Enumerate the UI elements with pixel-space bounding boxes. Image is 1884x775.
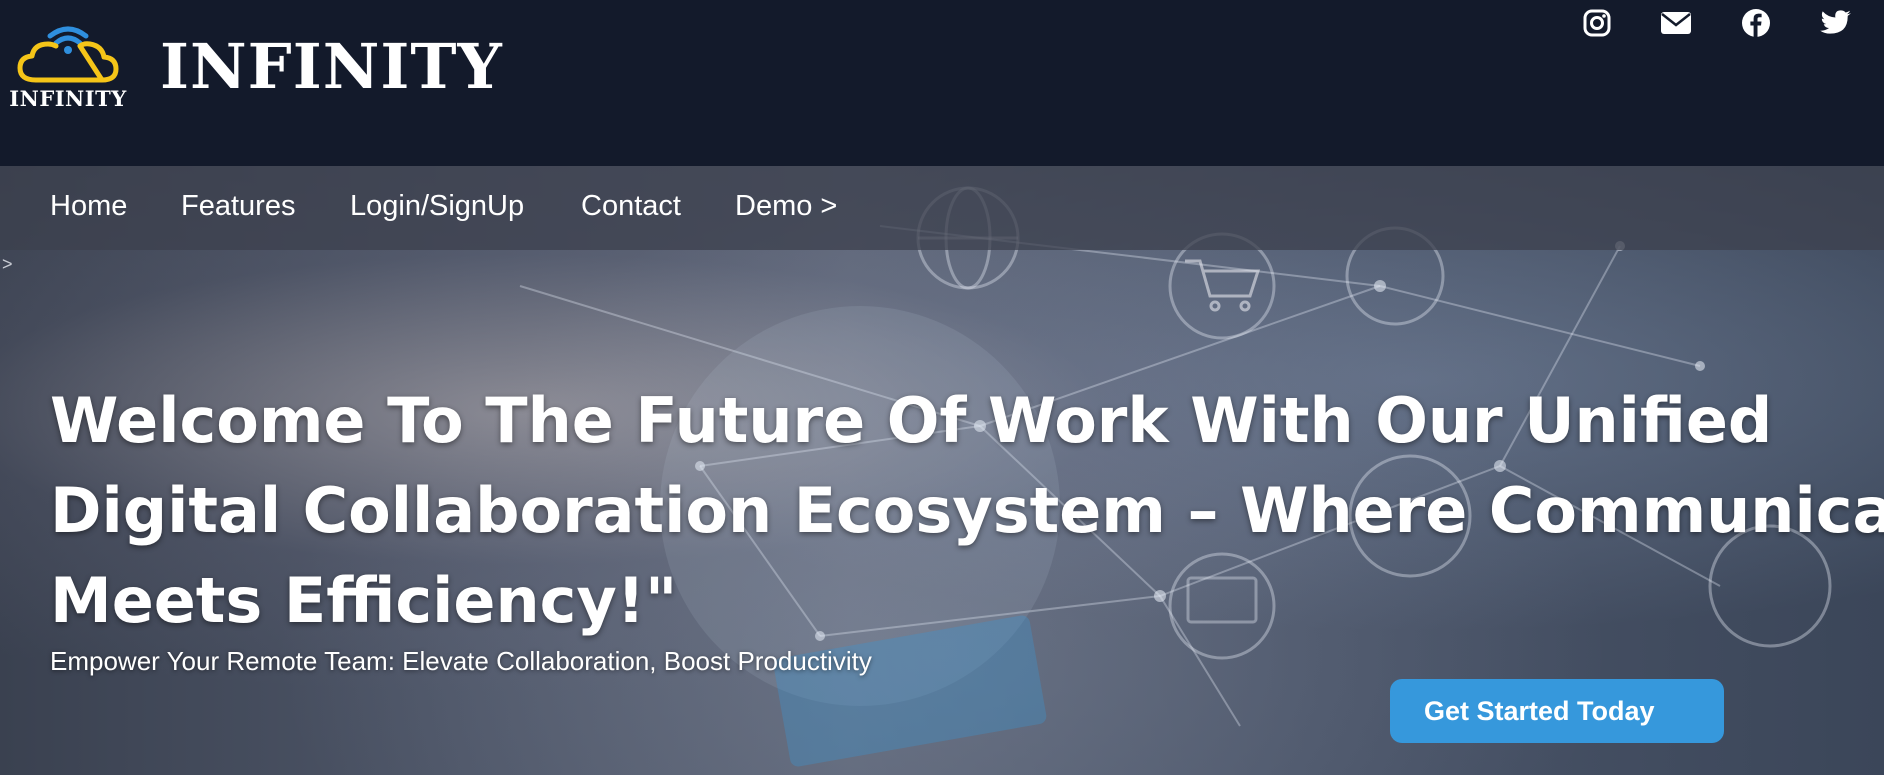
logo[interactable]: INFINITY	[6, 16, 130, 116]
brand-name[interactable]: INFINITY	[160, 30, 503, 103]
nav-home[interactable]: Home	[50, 190, 127, 223]
nav-contact[interactable]: Contact	[581, 190, 681, 223]
hero-subheadline: Empower Your Remote Team: Elevate Collab…	[50, 646, 872, 676]
logo-text: INFINITY	[9, 86, 127, 111]
site-header: INFINITY INFINITY	[0, 0, 1884, 166]
nav-features[interactable]: Features	[181, 190, 295, 223]
twitter-icon[interactable]	[1819, 6, 1853, 40]
stray-text-mark: >	[2, 254, 13, 274]
headline-line: Welcome To The Future Of Work With Our U…	[50, 384, 1773, 457]
facebook-icon[interactable]	[1739, 6, 1773, 40]
main-nav: Home Features Login/SignUp Contact Demo …	[0, 166, 1884, 250]
nav-login-signup[interactable]: Login/SignUp	[350, 190, 524, 223]
hero-section: Home Features Login/SignUp Contact Demo …	[0, 166, 1884, 775]
headline-line: Meets Efficiency!"	[50, 564, 678, 637]
page: INFINITY INFINITY Home Features Login/Si…	[0, 0, 1884, 775]
cloud-wifi-logo-icon	[17, 26, 119, 83]
instagram-icon[interactable]	[1580, 6, 1614, 40]
nav-demo[interactable]: Demo >	[735, 190, 837, 223]
headline-line: Digital Collaboration Ecosystem – Where …	[50, 474, 1884, 547]
get-started-button[interactable]: Get Started Today	[1390, 679, 1724, 743]
envelope-icon[interactable]	[1659, 6, 1693, 40]
hero-headline: Welcome To The Future Of Work With Our U…	[50, 376, 1884, 646]
